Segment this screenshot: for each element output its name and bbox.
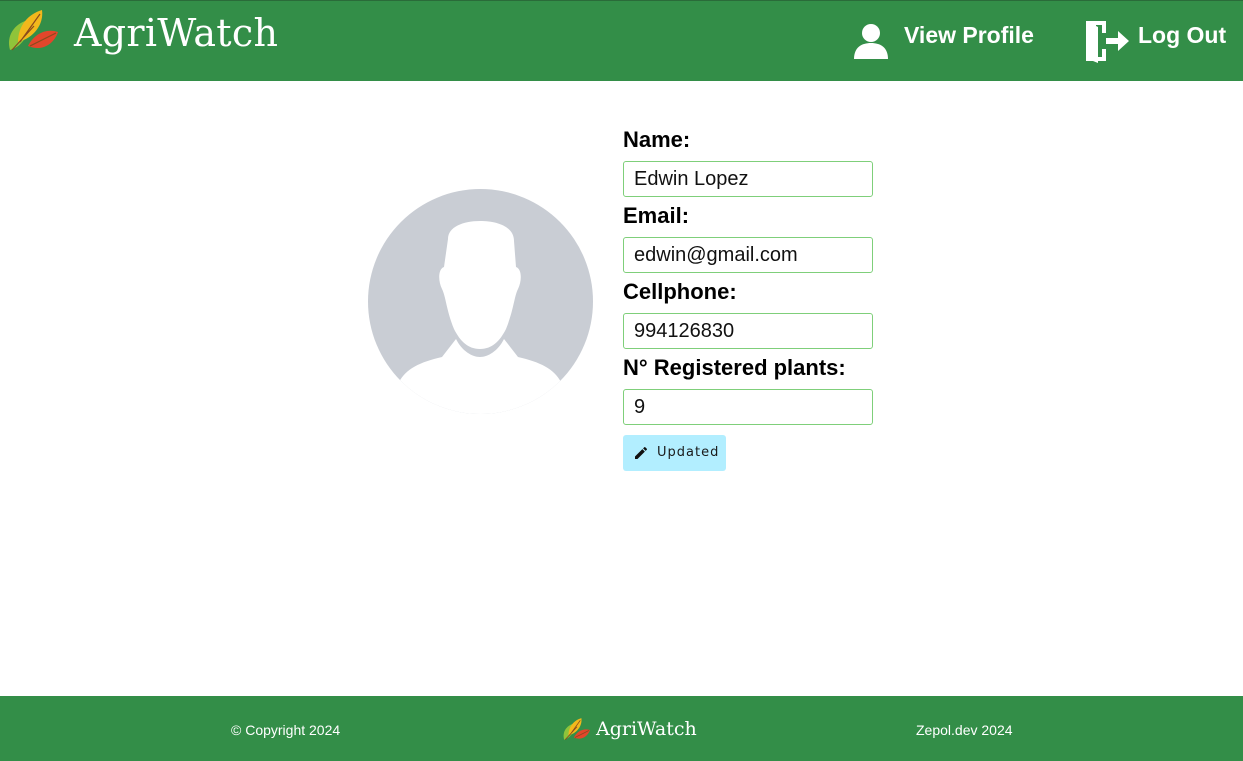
brand-title[interactable]: AgriWatch [74, 11, 278, 55]
pencil-icon [635, 446, 648, 459]
registered-plants-field[interactable] [623, 389, 873, 425]
update-button-label: Updated [657, 445, 720, 460]
default-avatar-icon [368, 189, 593, 414]
footer-brand: AgriWatch [596, 718, 697, 740]
log-out-link[interactable]: Log Out [1082, 1, 1232, 82]
leaves-logo-icon [563, 718, 590, 740]
log-out-label: Log Out [1138, 22, 1227, 48]
user-icon [854, 24, 888, 59]
name-field[interactable] [623, 161, 873, 197]
update-button[interactable]: Updated [623, 435, 726, 471]
email-field[interactable] [623, 237, 873, 273]
copyright-text: © Copyright 2024 [231, 722, 341, 738]
footer: © Copyright 2024 AgriWatch Zepol.dev 202… [0, 696, 1243, 761]
cellphone-label: Cellphone: [623, 279, 737, 304]
leaves-logo-icon [8, 10, 58, 51]
top-navbar: AgriWatch View Profile Log Out [0, 0, 1243, 81]
registered-plants-label: N° Registered plants: [623, 355, 846, 380]
view-profile-label: View Profile [904, 22, 1034, 48]
credits-text: Zepol.dev 2024 [916, 722, 1013, 738]
name-label: Name: [623, 127, 691, 152]
email-label: Email: [623, 203, 690, 228]
view-profile-link[interactable]: View Profile [850, 1, 1046, 82]
cellphone-field[interactable] [623, 313, 873, 349]
door-exit-icon [1086, 21, 1129, 63]
